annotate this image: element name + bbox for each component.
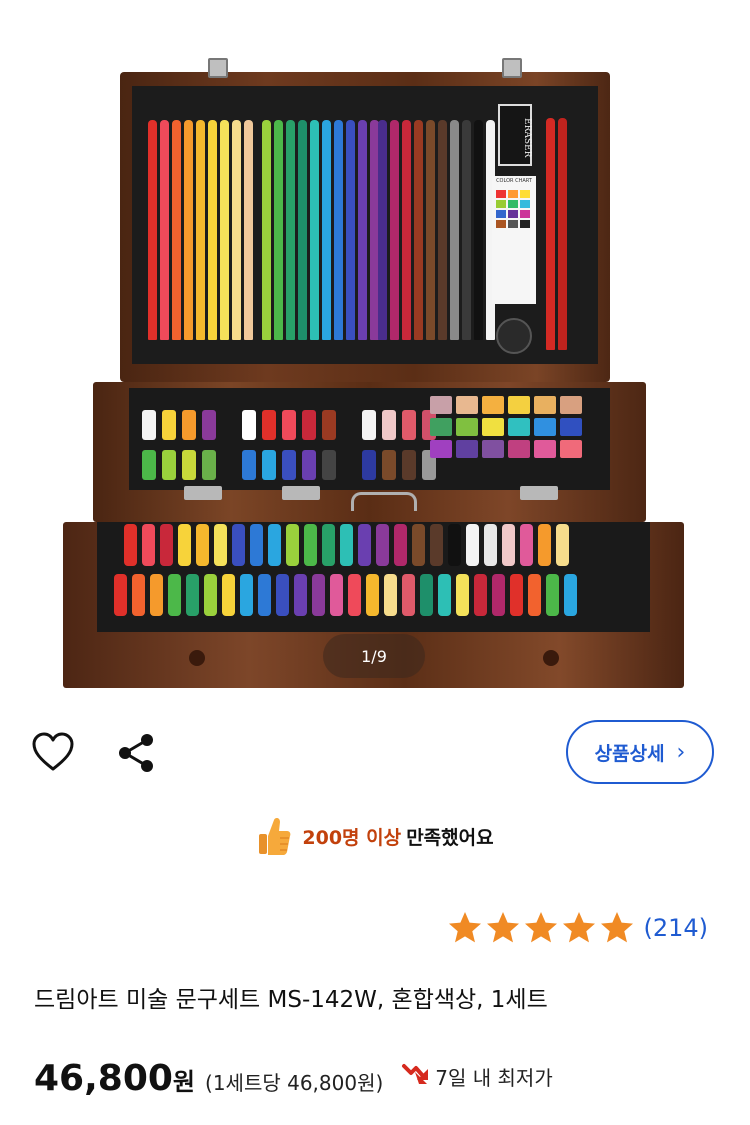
chevron-right-icon: › bbox=[676, 739, 686, 765]
product-detail-label: 상품상세 bbox=[594, 742, 665, 765]
pencil-group-cool bbox=[262, 120, 379, 340]
oil-pastels-row-1 bbox=[124, 524, 569, 566]
case-handle bbox=[351, 492, 417, 511]
pencil-group-warm bbox=[148, 120, 253, 340]
hinge-left bbox=[184, 486, 222, 500]
eraser-label: ERASER bbox=[522, 118, 532, 158]
share-button[interactable] bbox=[114, 730, 158, 776]
star-icon bbox=[449, 912, 482, 943]
oil-pastels-row-2 bbox=[114, 574, 577, 616]
color-chart-title: COLOR CHART bbox=[496, 178, 532, 184]
lowest-price-badge: 7일 내 최저가 bbox=[401, 1062, 553, 1091]
satisfaction-banner: 200명 이상 만족했어요 bbox=[0, 808, 750, 864]
rating-summary[interactable]: (214) bbox=[447, 904, 708, 952]
share-icon bbox=[119, 734, 153, 772]
product-image[interactable]: ERASER COLOR CHART 1/9 bbox=[0, 0, 750, 700]
wishlist-button[interactable] bbox=[30, 730, 76, 774]
product-title: 드림아트 미술 문구세트 MS-142W, 혼합색상, 1세트 bbox=[34, 987, 548, 1013]
star-icon bbox=[525, 912, 558, 943]
lid-latch-left bbox=[208, 58, 228, 78]
lowest-price-label: 7일 내 최저가 bbox=[435, 1065, 553, 1090]
color-chart-swatches bbox=[496, 190, 532, 228]
review-count-link[interactable]: (214) bbox=[643, 914, 708, 942]
satisfaction-count: 200명 이상 bbox=[302, 826, 402, 849]
lid-latch-right bbox=[502, 58, 522, 78]
star-icon bbox=[601, 912, 634, 943]
product-detail-button[interactable]: 상품상세 › bbox=[566, 720, 714, 784]
watercolor-palette bbox=[430, 396, 582, 458]
paint-tubes-bottom bbox=[142, 450, 436, 480]
pencil-group-dark bbox=[378, 120, 495, 340]
hinge-mid bbox=[282, 486, 320, 500]
sharpener bbox=[496, 318, 532, 354]
satisfaction-text: 만족했어요 bbox=[406, 826, 494, 849]
image-page-indicator: 1/9 bbox=[323, 634, 425, 678]
graphite-pencils bbox=[546, 118, 567, 350]
price-currency: 원 bbox=[172, 1068, 196, 1096]
paint-tubes-top bbox=[142, 410, 436, 440]
star-icon bbox=[487, 912, 520, 943]
price-row: 46,800 원 (1세트당 46,800원) 7일 내 최저가 bbox=[34, 1058, 553, 1099]
star-icon bbox=[563, 912, 596, 943]
sale-price: 46,800 bbox=[34, 1058, 173, 1099]
price-down-icon bbox=[402, 1064, 429, 1084]
hinge-right bbox=[520, 486, 558, 500]
thumbs-up-icon bbox=[259, 817, 291, 855]
unit-price: (1세트당 46,800원) bbox=[205, 1071, 384, 1095]
heart-icon bbox=[32, 732, 74, 771]
